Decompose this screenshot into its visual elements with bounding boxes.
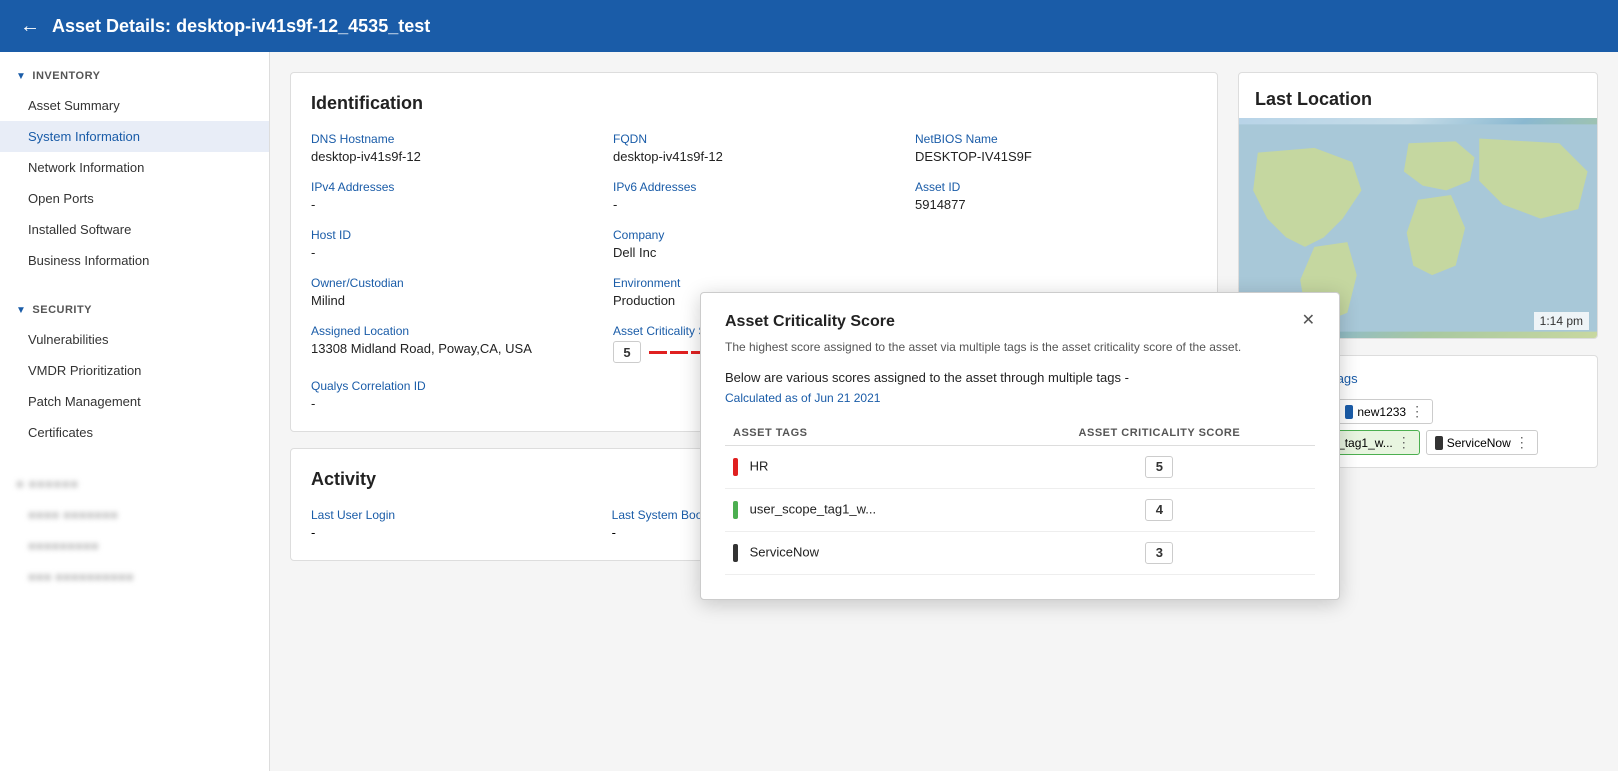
security-triangle-icon: ▼ xyxy=(16,305,26,316)
main-content: Identification DNS Hostname desktop-iv41… xyxy=(270,52,1618,771)
main-layout: ▼ INVENTORY Asset Summary System Informa… xyxy=(0,52,1618,771)
table-row: ServiceNow 3 xyxy=(725,531,1315,574)
blurred-item-3: ●●● ●●●●●●●●●● xyxy=(0,561,269,592)
sidebar-item-open-ports[interactable]: Open Ports xyxy=(0,183,269,214)
ipv4-field: IPv4 Addresses - xyxy=(311,180,593,212)
dash-2 xyxy=(670,351,688,354)
inventory-section: ▼ INVENTORY Asset Summary System Informa… xyxy=(0,52,269,286)
tag-badge-2: new1233 ⋮ xyxy=(1336,399,1433,424)
servicenow-score-cell: 3 xyxy=(1004,531,1315,574)
tag-label-2: new1233 xyxy=(1357,405,1406,419)
owner-field: Owner/Custodian Milind xyxy=(311,276,593,308)
user-scope-tag-color xyxy=(733,501,738,519)
header-title: Asset Details: desktop-iv41s9f-12_4535_t… xyxy=(52,16,430,37)
criticality-score-popup: Asset Criticality Score ✕ The highest sc… xyxy=(700,292,1340,600)
last-user-login-field: Last User Login - xyxy=(311,508,596,540)
blurred-section-header: ● ●●●●●● xyxy=(0,468,269,499)
tag-badge-4: ServiceNow ⋮ xyxy=(1426,430,1538,455)
sidebar-item-certificates[interactable]: Certificates xyxy=(0,417,269,448)
popup-scores-table: ASSET TAGS ASSET CRITICALITY SCORE HR 5 xyxy=(725,421,1315,575)
dash-1 xyxy=(649,351,667,354)
hr-score-cell: 5 xyxy=(1004,445,1315,488)
asset-id-field: Asset ID 5914877 xyxy=(915,180,1197,212)
blurred-item-1: ●●●● ●●●●●●● xyxy=(0,499,269,530)
table-row: user_scope_tag1_w... 4 xyxy=(725,488,1315,531)
sidebar-item-vulnerabilities[interactable]: Vulnerabilities xyxy=(0,324,269,355)
company-field: Company Dell Inc xyxy=(613,228,895,260)
user-scope-score-box: 4 xyxy=(1145,499,1173,521)
table-row: HR 5 xyxy=(725,445,1315,488)
col-criticality-score: ASSET CRITICALITY SCORE xyxy=(1004,421,1315,446)
popup-description: The highest score assigned to the asset … xyxy=(725,339,1315,356)
hr-score-box: 5 xyxy=(1145,456,1173,478)
col-asset-tags: ASSET TAGS xyxy=(725,421,1004,446)
last-location-title: Last Location xyxy=(1239,73,1597,118)
sidebar-item-network-information[interactable]: Network Information xyxy=(0,152,269,183)
security-section-header: ▼ SECURITY xyxy=(0,296,269,324)
sidebar-item-patch[interactable]: Patch Management xyxy=(0,386,269,417)
map-time: 1:14 pm xyxy=(1534,312,1589,330)
tag-user-scope-cell: user_scope_tag1_w... xyxy=(725,488,1004,531)
header: ← Asset Details: desktop-iv41s9f-12_4535… xyxy=(0,0,1618,52)
sidebar-item-installed-software[interactable]: Installed Software xyxy=(0,214,269,245)
security-section: ▼ SECURITY Vulnerabilities VMDR Prioriti… xyxy=(0,286,269,458)
servicenow-score-box: 3 xyxy=(1145,542,1173,564)
blurred-section: ● ●●●●●● ●●●● ●●●●●●● ●●●●●●●●● ●●● ●●●●… xyxy=(0,458,269,602)
tag-menu-4[interactable]: ⋮ xyxy=(1515,434,1529,451)
tag-servicenow-cell: ServiceNow xyxy=(725,531,1004,574)
user-scope-score-cell: 4 xyxy=(1004,488,1315,531)
sidebar: ▼ INVENTORY Asset Summary System Informa… xyxy=(0,52,270,771)
fqdn-field: FQDN desktop-iv41s9f-12 xyxy=(613,132,895,164)
criticality-score-box[interactable]: 5 xyxy=(613,341,641,363)
servicenow-tag-color xyxy=(733,544,738,562)
sidebar-item-business-information[interactable]: Business Information xyxy=(0,245,269,276)
inventory-section-header: ▼ INVENTORY xyxy=(0,62,269,90)
qualys-correlation-field: Qualys Correlation ID - xyxy=(311,379,593,411)
popup-calc-date: Calculated as of Jun 21 2021 xyxy=(725,391,1315,405)
tag-color-4 xyxy=(1435,436,1443,450)
tag-menu-2[interactable]: ⋮ xyxy=(1410,403,1424,420)
sidebar-item-system-information[interactable]: System Information xyxy=(0,121,269,152)
tag-hr-cell: HR xyxy=(725,445,1004,488)
identification-title: Identification xyxy=(311,93,1197,114)
ipv6-field: IPv6 Addresses - xyxy=(613,180,895,212)
sidebar-item-asset-summary[interactable]: Asset Summary xyxy=(0,90,269,121)
host-id-field: Host ID - xyxy=(311,228,593,260)
empty-field-1 xyxy=(915,228,1197,260)
dns-hostname-field: DNS Hostname desktop-iv41s9f-12 xyxy=(311,132,593,164)
assigned-location-field: Assigned Location 13308 Midland Road, Po… xyxy=(311,324,593,363)
popup-close-button[interactable]: ✕ xyxy=(1302,313,1315,329)
tag-color-2 xyxy=(1345,405,1353,419)
netbios-field: NetBIOS Name DESKTOP-IV41S9F xyxy=(915,132,1197,164)
popup-title: Asset Criticality Score xyxy=(725,313,895,331)
inventory-triangle-icon: ▼ xyxy=(16,71,26,82)
back-button[interactable]: ← xyxy=(20,15,40,38)
hr-tag-color xyxy=(733,458,738,476)
tag-label-4: ServiceNow xyxy=(1447,436,1511,450)
popup-subtitle: Below are various scores assigned to the… xyxy=(725,370,1315,385)
popup-header: Asset Criticality Score ✕ xyxy=(725,313,1315,331)
popup-table-header-row: ASSET TAGS ASSET CRITICALITY SCORE xyxy=(725,421,1315,446)
tag-menu-3[interactable]: ⋮ xyxy=(1397,434,1411,451)
blurred-item-2: ●●●●●●●●● xyxy=(0,530,269,561)
sidebar-item-vmdr[interactable]: VMDR Prioritization xyxy=(0,355,269,386)
